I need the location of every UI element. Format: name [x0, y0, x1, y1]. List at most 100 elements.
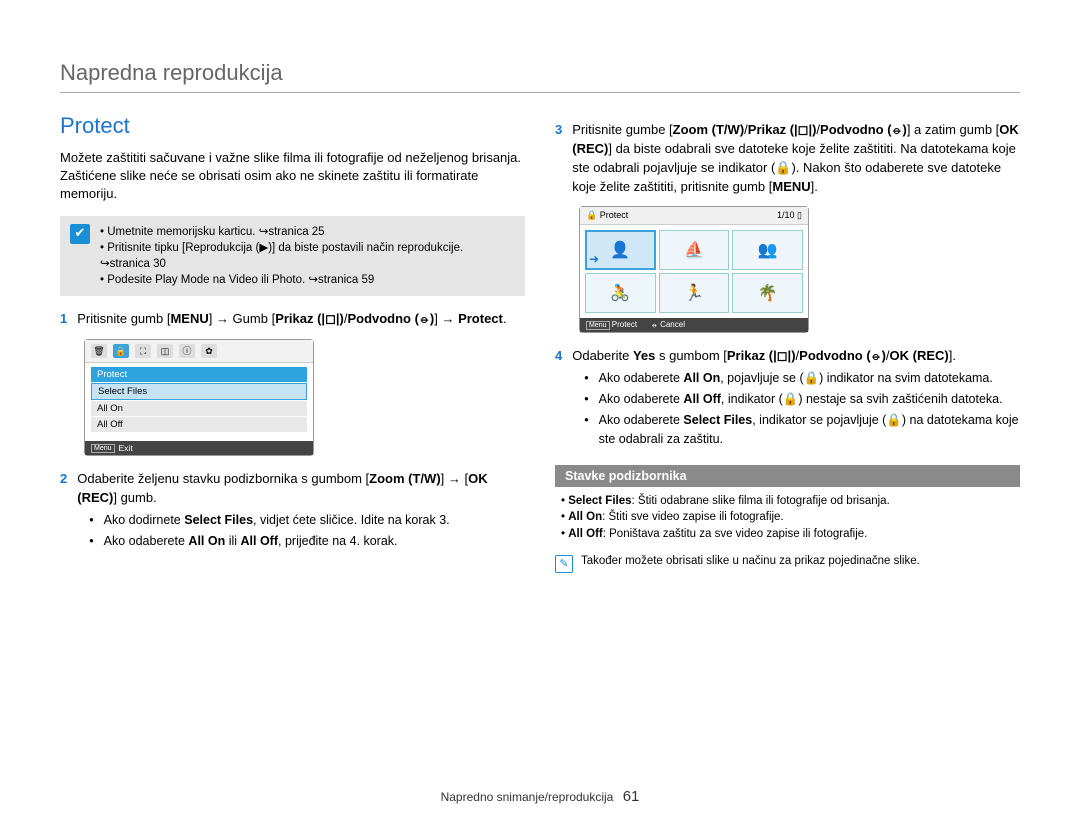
- text: Odaberite: [572, 348, 633, 363]
- bullet: Ako odaberete All On, pojavljuje se (🔒) …: [584, 369, 1020, 387]
- text: ] a zatim gumb [: [907, 122, 999, 137]
- text: Ako odaberete: [104, 534, 189, 548]
- section-title: Protect: [60, 113, 525, 139]
- thumbnail-selected: 👤: [585, 230, 656, 270]
- step-body: Odaberite Yes s gumbom [Prikaz (|◻|)/Pod…: [572, 347, 1020, 450]
- tip-item: Umetnite memorijsku karticu. ↪stranica 2…: [100, 224, 515, 240]
- tip-item: Pritisnite tipku [Reprodukcija (▶)] da b…: [100, 240, 515, 272]
- grid-header: 🔒 Protect 1/10 ▯: [580, 207, 808, 225]
- grid-footer: Menu Protect ⦵ Cancel: [580, 318, 808, 332]
- prikaz-label: Prikaz (|◻|): [727, 348, 796, 363]
- thumbnail: 🌴: [732, 273, 803, 313]
- text: Ako odaberete: [599, 392, 684, 406]
- bullet: Ako dodirnete Select Files, vidjet ćete …: [89, 511, 525, 529]
- protect-menu-screenshot: 🗑 🔒 ⛶ ◫ ⓘ ✿ Protect Select Files All On …: [84, 339, 314, 456]
- menu-body: Protect Select Files All On All Off: [85, 363, 313, 441]
- note-icon: ✎: [555, 555, 573, 573]
- content-columns: Protect Možete zaštititi sačuvane i važn…: [60, 113, 1020, 573]
- lock-tab-icon: 🔒: [113, 344, 129, 358]
- thumbnail: 🏃: [659, 273, 730, 313]
- bullet: Ako odaberete All On ili All Off, prijeđ…: [89, 532, 525, 550]
- select-files-label: Select Files: [184, 513, 253, 527]
- zoom-label: Zoom (T/W): [369, 471, 440, 486]
- step-3: 3 Pritisnite gumbe [Zoom (T/W)/Prikaz (|…: [555, 121, 1020, 196]
- thumbnail: 🚴: [585, 273, 656, 313]
- all-off-label: All Off: [568, 528, 603, 540]
- text: ] → Gumb [: [209, 311, 275, 326]
- step-body: Pritisnite gumb [MENU] → Gumb [Prikaz (|…: [77, 310, 525, 329]
- tip-item: Podesite Play Mode na Video ili Photo. ↪…: [100, 272, 515, 288]
- cancel-label: Cancel: [660, 320, 685, 329]
- menu-row: All Off: [91, 417, 307, 432]
- right-column: 3 Pritisnite gumbe [Zoom (T/W)/Prikaz (|…: [555, 113, 1020, 573]
- step-number: 4: [555, 347, 562, 450]
- menu-footer: Menu Exit: [85, 441, 313, 455]
- menu-key-label: Menu: [586, 321, 610, 330]
- podvodno-label: Podvodno (⦵): [799, 348, 886, 363]
- submenu-heading: Stavke podizbornika: [555, 465, 1020, 487]
- thumbnail-grid-screenshot: 🔒 Protect 1/10 ▯ 👤 ⛵ 👥 🚴 🏃 🌴 Menu Protec…: [579, 206, 809, 333]
- text: : Štiti sve video zapise ili fotografije…: [602, 511, 784, 523]
- text: : Štiti odabrane slike filma ili fotogra…: [632, 495, 890, 507]
- podvodno-label: Podvodno (⦵): [820, 122, 907, 137]
- prikaz-label: Prikaz (|◻|): [275, 311, 344, 326]
- zoom-label: Zoom (T/W): [673, 122, 744, 137]
- thumbnail: 👥: [732, 230, 803, 270]
- tab-icon: ◫: [157, 344, 173, 358]
- menu-row-selected: Select Files: [91, 383, 307, 400]
- footer-section: Napredno snimanje/reprodukcija: [441, 790, 614, 804]
- list-item: All Off: Poništava zaštitu za sve video …: [561, 526, 1020, 543]
- text: Pritisnite gumbe [: [572, 122, 672, 137]
- text: ].: [949, 348, 956, 363]
- battery-icon: ▯: [797, 210, 802, 220]
- select-files-label: Select Files: [568, 495, 631, 507]
- left-column: Protect Možete zaštititi sačuvane i važn…: [60, 113, 525, 573]
- step-number: 1: [60, 310, 67, 329]
- trash-icon: 🗑: [91, 344, 107, 358]
- text: , prijeđite na 4. korak.: [278, 534, 398, 548]
- tip-box: ✔ Umetnite memorijsku karticu. ↪stranica…: [60, 216, 525, 296]
- submenu-list: Select Files: Štiti odabrane slike filma…: [555, 493, 1020, 543]
- tab-icon: ⓘ: [179, 344, 195, 358]
- menu-key-label: Menu: [91, 444, 115, 453]
- step-number: 2: [60, 470, 67, 553]
- grid-title: Protect: [600, 210, 629, 220]
- step-2: 2 Odaberite željenu stavku podizbornika …: [60, 470, 525, 553]
- bullet: Ako odaberete All Off, indikator (🔒) nes…: [584, 390, 1020, 408]
- thumbnail: ⛵: [659, 230, 730, 270]
- menu-header: Protect: [91, 367, 307, 382]
- protect-label: Protect: [612, 320, 637, 329]
- yes-label: Yes: [633, 348, 655, 363]
- menu-row: All On: [91, 401, 307, 416]
- tab-icon: ⛶: [135, 344, 151, 358]
- podvodno-label: Podvodno (⦵): [347, 311, 434, 326]
- menu-tabs: 🗑 🔒 ⛶ ◫ ⓘ ✿: [85, 340, 313, 363]
- text: s gumbom [: [655, 348, 727, 363]
- text: ili: [225, 534, 240, 548]
- all-on-label: All On: [188, 534, 225, 548]
- text: ] →: [434, 311, 458, 326]
- page-number: 61: [623, 788, 640, 805]
- text: Ako odaberete: [599, 413, 684, 427]
- note: ✎ Također možete obrisati slike u načinu…: [555, 555, 1020, 573]
- list-item: Select Files: Štiti odabrane slike filma…: [561, 493, 1020, 510]
- text: , indikator (🔒) nestaje sa svih zaštićen…: [721, 392, 1003, 406]
- list-item: All On: Štiti sve video zapise ili fotog…: [561, 509, 1020, 526]
- protect-label: Protect: [458, 311, 503, 326]
- exit-label: Exit: [119, 443, 133, 453]
- all-off-label: All Off: [683, 392, 721, 406]
- text: ] → [: [441, 471, 468, 486]
- thumbnail-grid: 👤 ⛵ 👥 🚴 🏃 🌴: [580, 225, 808, 318]
- prikaz-label: Prikaz (|◻|): [748, 122, 817, 137]
- all-off-label: All Off: [241, 534, 279, 548]
- ok-label: OK (REC): [890, 348, 949, 363]
- tip-list: Umetnite memorijsku karticu. ↪stranica 2…: [100, 224, 515, 288]
- bullet: Ako odaberete Select Files, indikator se…: [584, 411, 1020, 447]
- text: , vidjet ćete sličice. Idite na korak 3.: [253, 513, 450, 527]
- text: Ako odaberete: [599, 371, 684, 385]
- page-footer: Napredno snimanje/reprodukcija 61: [0, 788, 1080, 805]
- step-body: Odaberite željenu stavku podizbornika s …: [77, 470, 525, 553]
- underwater-icon: ⦵: [651, 320, 658, 329]
- step-4: 4 Odaberite Yes s gumbom [Prikaz (|◻|)/P…: [555, 347, 1020, 450]
- check-icon: ✔: [70, 224, 90, 244]
